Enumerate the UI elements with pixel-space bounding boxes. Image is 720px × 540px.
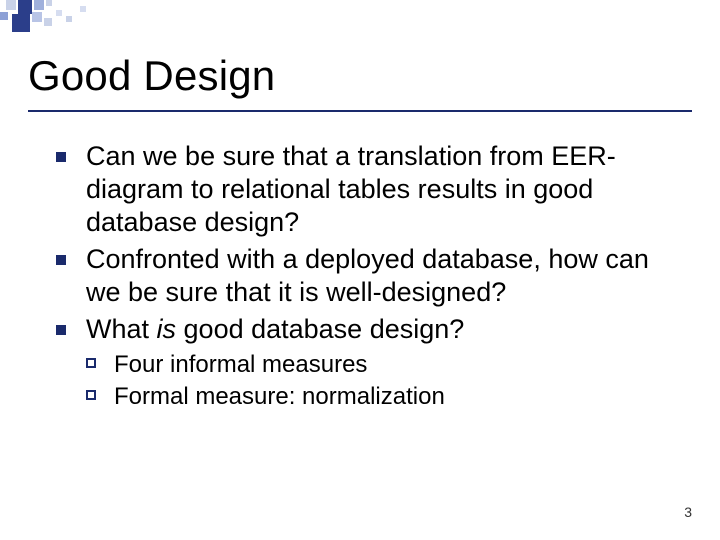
- bullet-text: What is good database design?: [86, 314, 464, 344]
- bullet-text: Can we be sure that a translation from E…: [86, 141, 616, 237]
- bullet-item: Can we be sure that a translation from E…: [56, 140, 676, 239]
- hollow-square-bullet-icon: [86, 358, 96, 368]
- hollow-square-bullet-icon: [86, 390, 96, 400]
- title-rule: [28, 110, 692, 112]
- slide-body: Can we be sure that a translation from E…: [56, 140, 676, 412]
- square-bullet-icon: [56, 152, 66, 162]
- deco-square: [34, 0, 44, 10]
- bullet-text: Confronted with a deployed database, how…: [86, 244, 649, 307]
- deco-square: [32, 12, 42, 22]
- deco-square: [56, 10, 62, 16]
- deco-square: [66, 16, 72, 22]
- deco-square: [6, 0, 16, 10]
- square-bullet-icon: [56, 255, 66, 265]
- corner-decoration: [0, 0, 720, 34]
- subbullet-text: Formal measure: normalization: [114, 383, 445, 410]
- page-number: 3: [684, 504, 692, 520]
- bullet-text-part: good database design?: [176, 314, 464, 344]
- subbullet-item: Four informal measures: [56, 350, 676, 380]
- deco-square: [46, 0, 52, 6]
- deco-square: [44, 18, 52, 26]
- deco-square: [0, 12, 8, 20]
- deco-square: [12, 14, 30, 32]
- square-bullet-icon: [56, 325, 66, 335]
- bullet-item: Confronted with a deployed database, how…: [56, 243, 676, 309]
- deco-square: [18, 0, 32, 14]
- slide: Good Design Can we be sure that a transl…: [0, 0, 720, 540]
- bullet-text-part: What: [86, 314, 157, 344]
- subbullet-item: Formal measure: normalization: [56, 382, 676, 412]
- bullet-text-emphasis: is: [157, 314, 177, 344]
- deco-square: [80, 6, 86, 12]
- slide-title: Good Design: [28, 52, 275, 100]
- bullet-item: What is good database design?: [56, 313, 676, 346]
- subbullet-text: Four informal measures: [114, 351, 367, 378]
